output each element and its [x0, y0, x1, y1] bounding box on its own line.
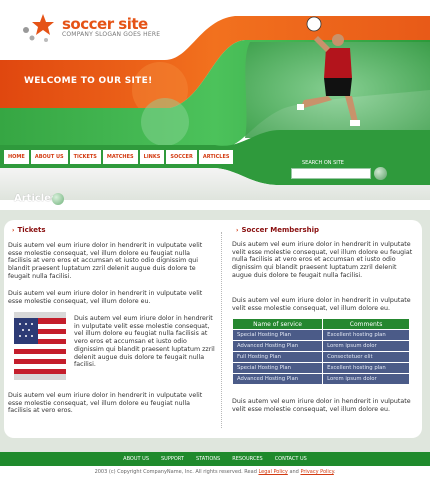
table-row: Advanced Hosting Plan Lorem ipsum dolor: [233, 341, 409, 351]
copyright: 2003 (c) Copyright CompanyName, Inc. All…: [94, 469, 336, 475]
services-table: Name of service Comments Special Hosting…: [232, 318, 410, 385]
table-cell: Special Hosting Plan: [233, 330, 323, 340]
main-menu: HOME ABOUT US TICKETS MATCHES LINKS SOCC…: [4, 150, 234, 164]
arrow-bullet-icon: ›: [236, 227, 239, 234]
membership-section-title: › Soccer Membership: [236, 226, 319, 234]
tickets-paragraph-2: Duis autem vel eum iriure dolor in hendr…: [8, 290, 203, 305]
tickets-paragraph-3: Duis autem vel eum iriure dolor in hendr…: [74, 315, 215, 369]
header: soccer site COMPANY SLOGAN GOES HERE WEL…: [0, 0, 430, 200]
welcome-text: WELCOME TO OUR SITE!: [24, 76, 153, 86]
footer-about-us[interactable]: ABOUT US: [123, 456, 149, 462]
table-header-comments: Comments: [323, 319, 409, 329]
membership-paragraph-1: Duis autem vel eum iriure dolor in hendr…: [232, 241, 413, 279]
tickets-title-text: Tickets: [17, 226, 46, 234]
table-cell: Special Hosting Plan: [233, 363, 323, 373]
tickets-section-title: › Tickets: [12, 226, 46, 234]
brand-slogan: COMPANY SLOGAN GOES HERE: [62, 31, 161, 38]
menu-tickets[interactable]: TICKETS: [69, 150, 101, 164]
footer-stations[interactable]: STATIONS: [196, 456, 220, 462]
copyright-and: and: [289, 469, 299, 475]
tickets-paragraph-1: Duis autem vel eum iriure dolor in hendr…: [8, 242, 203, 280]
search-label: SEARCH ON SITE: [302, 160, 344, 166]
footer-nav: ABOUT US SUPPORT STATIONS RESOURCES CONT…: [0, 452, 430, 466]
search-go-icon[interactable]: [374, 167, 387, 180]
arrow-bullet-icon: ›: [12, 227, 15, 234]
table-cell: Consectetuer elit: [323, 352, 409, 362]
table-row: Special Hosting Plan Excellent hosting p…: [233, 330, 409, 340]
copyright-text: 2003 (c) Copyright CompanyName, Inc. All…: [94, 469, 257, 475]
articles-icon[interactable]: [52, 193, 64, 205]
search-input[interactable]: [291, 168, 371, 179]
membership-paragraph-3: Duis autem vel eum iriure dolor in hendr…: [232, 398, 411, 413]
table-row: Advanced Hosting Plan Lorem ipsum dolor: [233, 374, 409, 384]
menu-articles[interactable]: ARTICLES: [198, 150, 234, 164]
articles-heading: Articles: [14, 193, 57, 204]
membership-paragraph-2: Duis autem vel eum iriure dolor in hendr…: [232, 297, 411, 312]
tickets-paragraph-4: Duis autem vel eum iriure dolor in hendr…: [8, 392, 203, 415]
table-header-service: Name of service: [233, 319, 323, 329]
column-divider: [221, 232, 222, 428]
menu-home[interactable]: HOME: [4, 150, 29, 164]
footer-resources[interactable]: RESOURCES: [232, 456, 262, 462]
table-cell: Advanced Hosting Plan: [233, 341, 323, 351]
privacy-policy-link[interactable]: Privacy Policy: [300, 469, 333, 475]
membership-title-text: Soccer Membership: [241, 226, 320, 234]
footer-support[interactable]: SUPPORT: [161, 456, 184, 462]
footer-contact-us[interactable]: CONTACT US: [275, 456, 307, 462]
table-cell: Full Hosting Plan: [233, 352, 323, 362]
menu-links[interactable]: LINKS: [139, 150, 165, 164]
menu-soccer[interactable]: SOCCER: [166, 150, 197, 164]
legal-policy-link[interactable]: Legal Policy: [258, 469, 287, 475]
table-cell: Lorem ipsum dolor: [323, 341, 409, 351]
table-cell: Excellent hosting plan: [323, 330, 409, 340]
table-cell: Excellent hosting plan: [323, 363, 409, 373]
table-cell: Advanced Hosting Plan: [233, 374, 323, 384]
table-row: Full Hosting Plan Consectetuer elit: [233, 352, 409, 362]
menu-about-us[interactable]: ABOUT US: [30, 150, 68, 164]
table-cell: Lorem ipsum dolor: [323, 374, 409, 384]
menu-matches[interactable]: MATCHES: [102, 150, 138, 164]
table-row: Special Hosting Plan Excellent hosting p…: [233, 363, 409, 373]
table-header-row: Name of service Comments: [233, 319, 409, 329]
american-flag-image: [14, 312, 66, 380]
